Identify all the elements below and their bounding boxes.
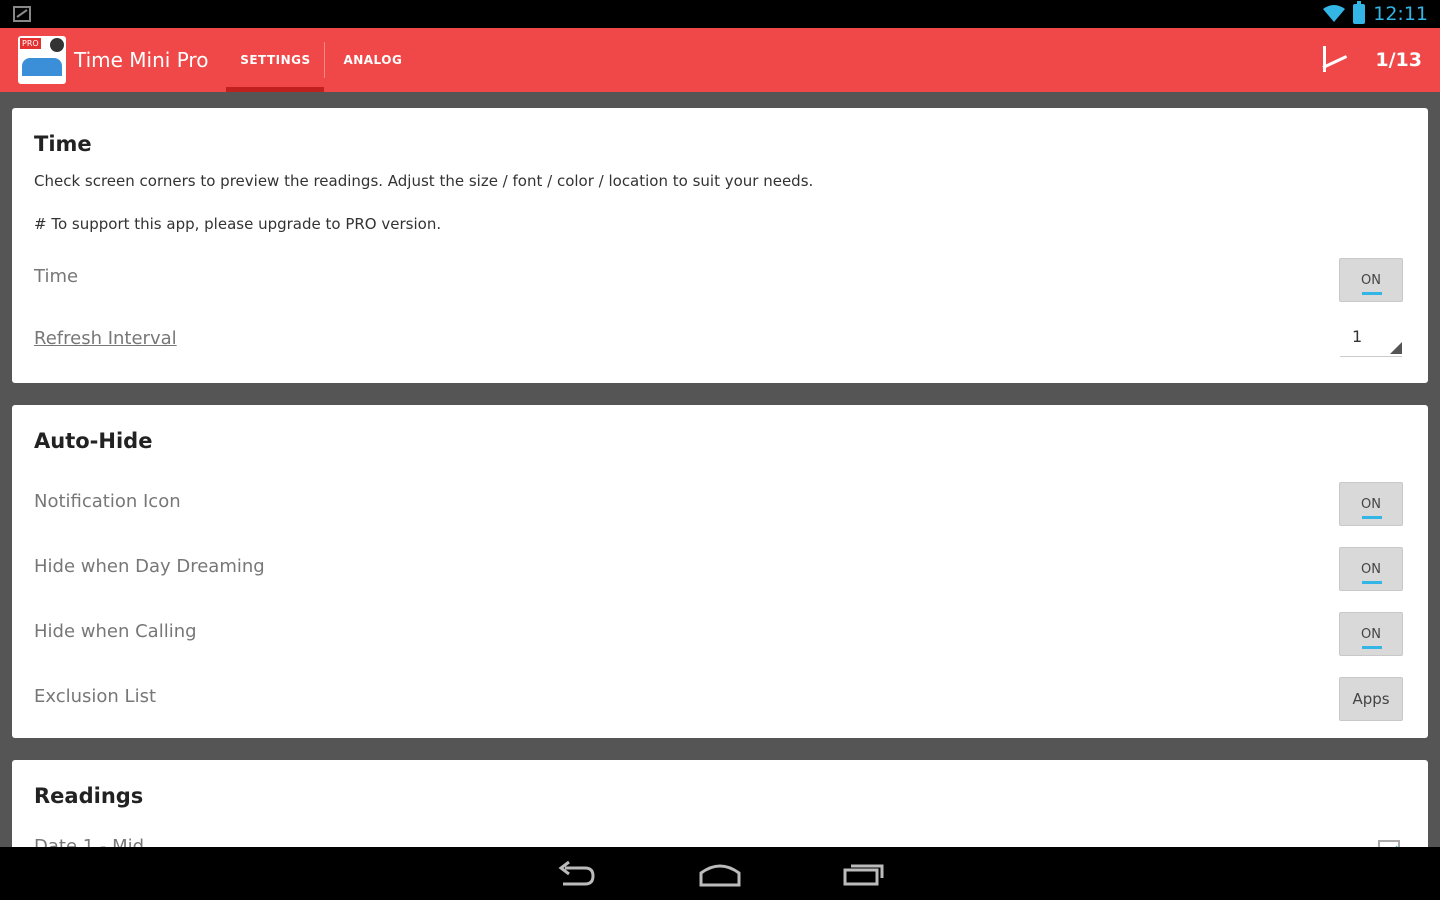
time-card: Time Check screen corners to preview the… — [12, 108, 1428, 383]
upgrade-note: # To support this app, please upgrade to… — [34, 215, 442, 233]
notification-icon-label: Notification Icon — [34, 491, 181, 512]
autohide-card-title: Auto-Hide — [34, 429, 153, 453]
app-icon[interactable]: PRO — [18, 36, 66, 84]
action-right: 1/13 — [1317, 42, 1440, 78]
calling-toggle-label: ON — [1361, 626, 1381, 642]
readings-checkbox-icon[interactable] — [1378, 840, 1400, 847]
readings-card: Readings Date 1 - Mid — [12, 760, 1428, 847]
status-left — [12, 5, 32, 23]
day-dreaming-label: Hide when Day Dreaming — [34, 556, 265, 577]
time-toggle[interactable]: ON — [1339, 258, 1403, 302]
status-right: 12:11 — [1323, 1, 1428, 25]
analog-clock-icon — [1317, 42, 1353, 78]
notification-icon-toggle[interactable]: ON — [1339, 482, 1403, 526]
tab-analog-label: ANALOG — [343, 53, 403, 67]
day-dreaming-toggle-label: ON — [1361, 561, 1381, 577]
tab-settings-label: SETTINGS — [240, 53, 311, 67]
refresh-interval-value: 1 — [1352, 327, 1363, 346]
autohide-card: Auto-Hide Notification Icon ON Hide when… — [12, 405, 1428, 738]
battery-icon — [1353, 1, 1366, 24]
status-time: 12:11 — [1373, 3, 1428, 25]
action-bar: PRO Time Mini Pro SETTINGS ANALOG 1/13 — [0, 28, 1440, 92]
navigation-bar — [0, 847, 1440, 900]
notification-icon-toggle-label: ON — [1361, 496, 1381, 512]
readings-first-row-label: Date 1 - Mid — [34, 836, 145, 847]
refresh-interval-link[interactable]: Refresh Interval — [34, 328, 177, 349]
back-button[interactable] — [544, 854, 608, 894]
date-readout: 1/13 — [1375, 49, 1422, 71]
tab-settings[interactable]: SETTINGS — [226, 28, 325, 92]
time-card-title: Time — [34, 132, 92, 156]
wifi-icon — [1323, 5, 1346, 22]
notification-icon — [13, 6, 31, 22]
apps-button[interactable]: Apps — [1339, 677, 1403, 721]
tab-analog[interactable]: ANALOG — [325, 28, 420, 92]
time-description: Check screen corners to preview the read… — [34, 172, 814, 190]
settings-content[interactable]: Time Check screen corners to preview the… — [0, 92, 1440, 847]
app-title: Time Mini Pro — [74, 48, 209, 72]
day-dreaming-toggle[interactable]: ON — [1339, 547, 1403, 591]
status-bar: 12:11 — [0, 0, 1440, 28]
home-icon — [699, 864, 741, 886]
spinner-arrow-icon — [1390, 342, 1402, 354]
calling-label: Hide when Calling — [34, 621, 197, 642]
home-button[interactable] — [688, 854, 752, 894]
time-toggle-label: ON — [1361, 272, 1381, 288]
readings-card-title: Readings — [34, 784, 144, 808]
exclusion-list-label: Exclusion List — [34, 686, 157, 707]
wave-icon — [22, 58, 62, 76]
recents-button[interactable] — [832, 854, 896, 894]
calling-toggle[interactable]: ON — [1339, 612, 1403, 656]
refresh-interval-spinner[interactable]: 1 — [1340, 321, 1402, 357]
back-icon — [558, 860, 595, 885]
clock-badge-icon — [50, 38, 64, 52]
recents-icon — [843, 864, 884, 885]
time-label: Time — [34, 266, 79, 287]
pro-tag: PRO — [20, 38, 41, 49]
apps-button-label: Apps — [1352, 690, 1390, 708]
